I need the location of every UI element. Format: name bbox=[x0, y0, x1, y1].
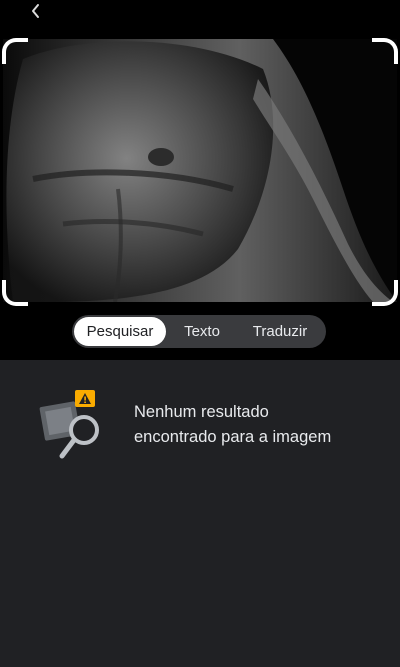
no-results-message: Nenhum resultado encontrado para a image… bbox=[134, 400, 374, 450]
no-results-line-2: encontrado para a imagem bbox=[134, 428, 332, 446]
mode-tabs: Pesquisar Texto Traduzir bbox=[72, 315, 326, 348]
tab-texto[interactable]: Texto bbox=[166, 317, 238, 346]
captured-image bbox=[3, 39, 397, 302]
back-button[interactable] bbox=[22, 0, 48, 22]
tab-traduzir[interactable]: Traduzir bbox=[238, 317, 322, 346]
lens-screen: Pesquisar Texto Traduzir Nenhum resultad… bbox=[0, 0, 400, 667]
image-search-warning-icon bbox=[38, 386, 104, 464]
camera-area: Pesquisar Texto Traduzir bbox=[0, 0, 400, 360]
frame-corner-bottom-left bbox=[2, 280, 28, 306]
chevron-left-icon bbox=[32, 4, 39, 18]
results-panel: Nenhum resultado encontrado para a image… bbox=[0, 360, 400, 667]
image-preview bbox=[3, 39, 397, 302]
frame-corner-top-right bbox=[372, 38, 398, 64]
frame-corner-top-left bbox=[2, 38, 28, 64]
frame-corner-bottom-right bbox=[372, 280, 398, 306]
no-results-line-1: Nenhum resultado bbox=[134, 403, 269, 421]
tab-pesquisar[interactable]: Pesquisar bbox=[74, 317, 166, 346]
